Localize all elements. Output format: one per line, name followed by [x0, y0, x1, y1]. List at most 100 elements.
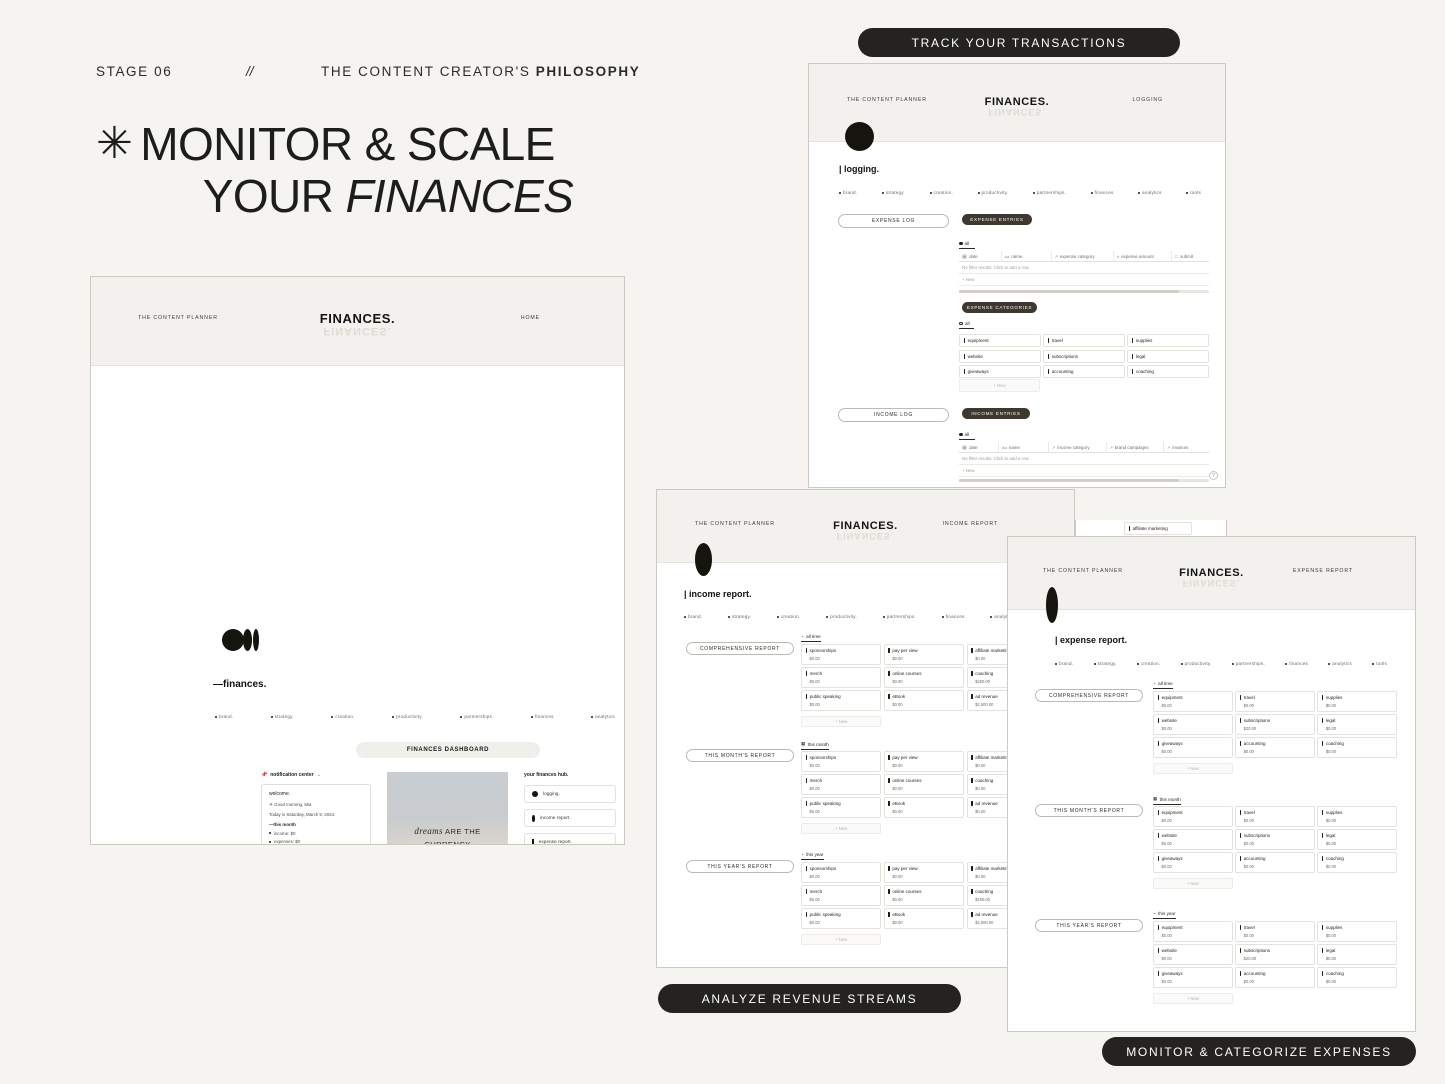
- nav-item-creation[interactable]: creation.: [930, 190, 953, 195]
- table-new-row[interactable]: + New: [959, 465, 1209, 477]
- income-entries-table[interactable]: all 🗓 date Aa name ↗ income category ↗ brand cam…: [959, 432, 1209, 477]
- report-new-row[interactable]: + New: [801, 823, 882, 834]
- hub-item-logging[interactable]: logging.: [524, 785, 616, 803]
- report-item-card[interactable]: online courses $0.00: [883, 667, 965, 688]
- nav-item-brand[interactable]: brand.: [1055, 661, 1073, 666]
- income-report-nav-right[interactable]: INCOME REPORT: [943, 521, 998, 527]
- column-header[interactable]: date: [969, 445, 978, 450]
- table-tab[interactable]: all: [959, 432, 975, 440]
- report-item-card[interactable]: legal $0.00: [1317, 714, 1397, 735]
- report-item-card[interactable]: eBook $0.00: [883, 908, 965, 929]
- nav-item-analytics[interactable]: analytics: [1328, 661, 1352, 666]
- report-item-card[interactable]: pay per view $0.00: [883, 751, 965, 772]
- report-item-card[interactable]: coaching $0.00: [1317, 737, 1397, 758]
- report-item-card[interactable]: supplies $0.00: [1317, 691, 1397, 712]
- income-report-nav[interactable]: brand. strategy. creation. productivity. par…: [684, 614, 1014, 619]
- report-item-card[interactable]: equipment $0.00: [1153, 806, 1233, 827]
- report-segment-tab[interactable]: ◔ this year: [801, 852, 824, 860]
- report-item-card[interactable]: travel $0.00: [1235, 921, 1315, 942]
- report-new-row[interactable]: + New: [1153, 993, 1233, 1004]
- report-segment-tab[interactable]: ▦ this month: [801, 741, 829, 750]
- finances-dashboard-panel[interactable]: THE CONTENT PLANNER FINANCES. FINANCES. …: [90, 276, 625, 845]
- nav-item-brand[interactable]: brand.: [839, 190, 857, 195]
- table-tab[interactable]: all: [959, 241, 975, 249]
- nav-item-productivity[interactable]: productivity.: [392, 714, 423, 719]
- expense-entries-pill[interactable]: EXPENSE ENTRIES: [962, 214, 1032, 225]
- report-item-card[interactable]: travel $0.00: [1235, 806, 1315, 827]
- report-item-card[interactable]: giveaways $0.00: [1153, 737, 1233, 758]
- expense-entries-table[interactable]: all 🗓 date Aa name ↗ expense category # expense …: [959, 241, 1209, 286]
- income-log-pill[interactable]: INCOME LOG: [838, 408, 949, 422]
- income-entries-scrollbar[interactable]: [959, 479, 1209, 482]
- report-item-card[interactable]: merch $0.00: [801, 885, 882, 906]
- report-segment-tab[interactable]: ▦ this month: [1153, 796, 1181, 805]
- report-item-card[interactable]: travel $0.00: [1235, 691, 1315, 712]
- expense-report-nav[interactable]: brand. strategy. creation. productivity. par…: [1055, 661, 1387, 666]
- report-section-pill[interactable]: THIS MONTH'S REPORT: [686, 749, 794, 762]
- nav-item-tools[interactable]: tools: [1372, 661, 1387, 666]
- report-item-card[interactable]: online courses $0.00: [883, 885, 965, 906]
- category-card[interactable]: legal: [1127, 349, 1209, 363]
- nav-item-finances[interactable]: finances: [1285, 661, 1308, 666]
- column-header[interactable]: name: [1009, 445, 1020, 450]
- report-item-card[interactable]: sponsorships $0.00: [801, 862, 882, 883]
- report-item-card[interactable]: accounting $0.00: [1235, 737, 1315, 758]
- report-item-card[interactable]: subscriptions $0.00: [1235, 829, 1315, 850]
- column-header[interactable]: income category: [1057, 445, 1089, 450]
- logging-panel[interactable]: THE CONTENT PLANNER FINANCES. FINANCES. …: [808, 63, 1226, 488]
- dashboard-nav-right[interactable]: HOME: [521, 315, 540, 321]
- dashboard-nav[interactable]: brand. strategy. creation. productivity. par…: [215, 714, 624, 719]
- report-item-card[interactable]: giveaways $0.00: [1153, 967, 1233, 988]
- hub-item-income-report[interactable]: income report.: [524, 809, 616, 827]
- expense-report-panel[interactable]: THE CONTENT PLANNER FINANCES. FINANCES. …: [1007, 536, 1416, 1032]
- nav-item-productivity[interactable]: productivity.: [826, 614, 857, 619]
- report-item-card[interactable]: pay per view $0.00: [883, 862, 965, 883]
- category-card[interactable]: accounting: [1043, 365, 1125, 378]
- report-item-card[interactable]: eBook $0.00: [883, 797, 965, 818]
- report-item-card[interactable]: website $0.00: [1153, 714, 1233, 735]
- logging-nav[interactable]: brand. strategy. creation. productivity. par…: [839, 190, 1201, 195]
- report-item-card[interactable]: coaching $0.00: [1317, 852, 1397, 873]
- column-header[interactable]: date: [969, 254, 978, 259]
- report-new-row[interactable]: + New: [801, 716, 882, 727]
- nav-item-finances[interactable]: finances: [531, 714, 554, 719]
- nav-item-finances[interactable]: finances: [1091, 190, 1114, 195]
- nav-item-analytics[interactable]: analytics: [1138, 190, 1162, 195]
- report-section-pill[interactable]: THIS YEAR'S REPORT: [686, 860, 794, 873]
- report-section-pill[interactable]: THIS YEAR'S REPORT: [1035, 919, 1143, 932]
- nav-item-partnerships[interactable]: partnerships.: [1033, 190, 1066, 195]
- report-item-card[interactable]: sponsorships $0.00: [801, 644, 882, 665]
- report-item-card[interactable]: giveaways $0.00: [1153, 852, 1233, 873]
- report-item-card[interactable]: eBook $0.00: [883, 690, 965, 711]
- nav-item-creation[interactable]: creation.: [331, 714, 354, 719]
- report-section-pill[interactable]: COMPREHENSIVE REPORT: [1035, 689, 1143, 702]
- table-empty-state[interactable]: No filter results. Click to add a row.: [959, 262, 1209, 274]
- report-item-card[interactable]: website $0.00: [1153, 829, 1233, 850]
- nav-item-brand[interactable]: brand.: [215, 714, 233, 719]
- category-card[interactable]: subscriptions: [1043, 349, 1125, 363]
- nav-item-analytics[interactable]: analytics: [591, 714, 615, 719]
- nav-item-strategy[interactable]: strategy.: [271, 714, 294, 719]
- nav-item-partnerships[interactable]: partnerships.: [1232, 661, 1265, 666]
- report-item-card[interactable]: public speaking $0.00: [801, 690, 882, 711]
- nav-item-strategy[interactable]: strategy.: [728, 614, 751, 619]
- report-item-card[interactable]: merch $0.00: [801, 667, 882, 688]
- report-segment-tab[interactable]: ◔ all time: [801, 634, 821, 642]
- report-item-card[interactable]: public speaking $0.00: [801, 908, 882, 929]
- report-item-card[interactable]: pay per view $0.00: [883, 644, 965, 665]
- report-segment-tab[interactable]: ◔ all time: [1153, 681, 1173, 689]
- nav-item-strategy[interactable]: strategy.: [1094, 661, 1117, 666]
- report-section-pill[interactable]: COMPREHENSIVE REPORT: [686, 642, 794, 655]
- nav-item-partnerships[interactable]: partnerships.: [883, 614, 916, 619]
- nav-item-brand[interactable]: brand.: [684, 614, 702, 619]
- affiliate-marketing-chip[interactable]: affiliate marketing: [1124, 522, 1192, 535]
- column-header[interactable]: expense category: [1060, 254, 1095, 259]
- report-new-row[interactable]: + New: [1153, 763, 1233, 774]
- nav-item-productivity[interactable]: productivity.: [1181, 661, 1212, 666]
- report-item-card[interactable]: sponsorships $0.00: [801, 751, 882, 772]
- nav-item-finances[interactable]: finances: [942, 614, 965, 619]
- report-item-card[interactable]: supplies $0.00: [1317, 921, 1397, 942]
- nav-item-creation[interactable]: creation.: [1137, 661, 1160, 666]
- logging-nav-right[interactable]: LOGGING: [1132, 97, 1163, 103]
- category-card[interactable]: travel: [1043, 334, 1125, 347]
